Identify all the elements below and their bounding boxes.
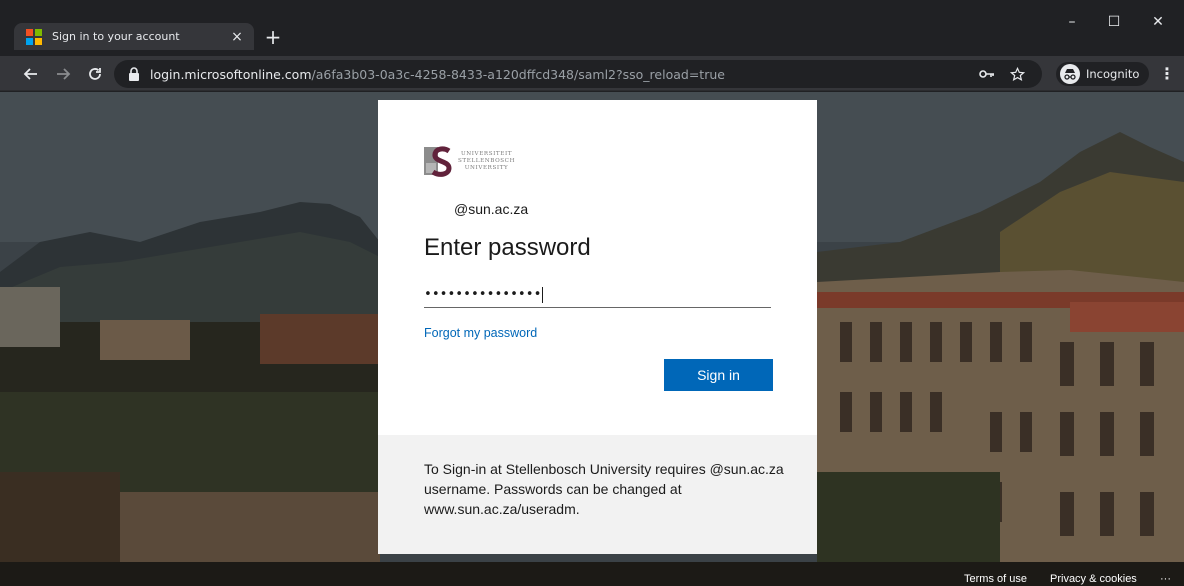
url-host: login.microsoftonline.com	[150, 66, 312, 82]
window-maximize-button[interactable]: ☐	[1096, 10, 1132, 34]
forward-arrow-icon	[57, 68, 71, 80]
address-bar[interactable]: login.microsoftonline.com/a6fa3b03-0a3c-…	[114, 60, 1042, 88]
text-caret	[542, 286, 544, 303]
password-value: •••••••••••••••	[424, 287, 542, 302]
incognito-label: Incognito	[1086, 67, 1140, 81]
sign-in-help-text: To Sign-in at Stellenbosch University re…	[424, 461, 784, 517]
sign-in-description: To Sign-in at Stellenbosch University re…	[378, 435, 817, 554]
forward-button[interactable]	[50, 61, 76, 87]
tab-title: Sign in to your account	[52, 30, 180, 43]
privacy-cookies-link[interactable]: Privacy & cookies	[1050, 573, 1137, 585]
page-title: Enter password	[424, 234, 591, 261]
window-close-button[interactable]: ✕	[1140, 10, 1176, 34]
incognito-icon	[1060, 64, 1080, 84]
organization-name: UNIVERSITEIT STELLENBOSCH UNIVERSITY	[458, 151, 515, 172]
back-arrow-icon	[23, 68, 37, 80]
reload-icon	[89, 68, 101, 80]
microsoft-logo-icon	[26, 28, 42, 45]
tab-close-icon[interactable]: ×	[226, 29, 248, 45]
reload-button[interactable]	[82, 61, 108, 87]
back-button[interactable]	[18, 61, 44, 87]
browser-toolbar: login.microsoftonline.com/a6fa3b03-0a3c-…	[0, 56, 1184, 91]
browser-menu-icon[interactable]: ⋮	[1158, 62, 1176, 86]
bookmark-star-icon[interactable]	[1008, 65, 1026, 83]
sign-in-button[interactable]: Sign in	[664, 359, 773, 391]
page-footer: Terms of use Privacy & cookies ···	[0, 572, 1184, 586]
incognito-indicator[interactable]: Incognito	[1056, 62, 1150, 86]
org-name-line: UNIVERSITY	[464, 164, 509, 171]
more-options-icon[interactable]: ···	[1160, 573, 1171, 585]
organization-logo: UNIVERSITEIT STELLENBOSCH UNIVERSITY	[424, 144, 534, 178]
address-url: login.microsoftonline.com/a6fa3b03-0a3c-…	[150, 67, 725, 82]
password-key-icon[interactable]	[978, 65, 996, 83]
sign-in-card: UNIVERSITEIT STELLENBOSCH UNIVERSITY @su…	[378, 100, 817, 554]
account-identity[interactable]: @sun.ac.za	[454, 201, 528, 217]
sign-in-form: UNIVERSITEIT STELLENBOSCH UNIVERSITY @su…	[378, 100, 817, 435]
browser-tab[interactable]: Sign in to your account ×	[14, 23, 254, 50]
url-path: /a6fa3b03-0a3c-4258-8433-a120dffcd348/sa…	[311, 66, 725, 82]
terms-of-use-link[interactable]: Terms of use	[964, 573, 1027, 585]
window-minimize-button[interactable]: –	[1054, 10, 1090, 34]
lock-icon[interactable]	[128, 67, 140, 81]
org-name-line: UNIVERSITEIT	[460, 150, 513, 157]
forgot-password-link[interactable]: Forgot my password	[424, 326, 537, 340]
stellenbosch-crest-icon	[424, 146, 452, 177]
password-input[interactable]: •••••••••••••••	[424, 282, 771, 308]
org-name-line: STELLENBOSCH	[458, 157, 516, 164]
browser-titlebar: Sign in to your account × + – ☐ ✕	[0, 0, 1184, 56]
new-tab-button[interactable]: +	[262, 26, 284, 48]
